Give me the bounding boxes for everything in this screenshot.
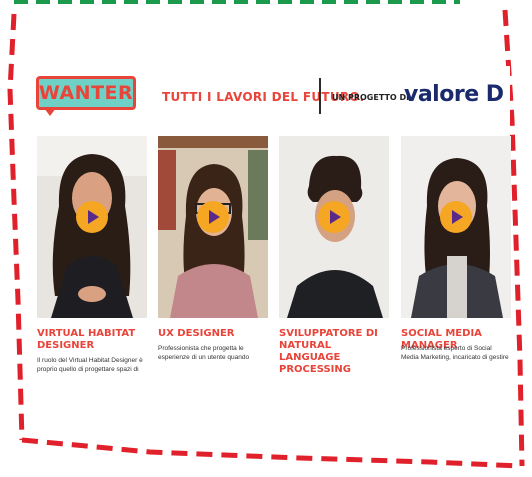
video-card[interactable]: VIRTUAL HABITAT DESIGNER Il ruolo del Vi… [37,136,147,388]
job-title[interactable]: VIRTUAL HABITAT DESIGNER [37,328,149,352]
play-icon [452,210,463,224]
video-thumbnail[interactable] [37,136,147,318]
play-button[interactable] [318,201,350,233]
logo-text: WANTER [38,82,134,104]
header: WANTER TUTTI I LAVORI DEL FUTURO. UN PRO… [30,66,510,126]
content-card: WANTER TUTTI I LAVORI DEL FUTURO. UN PRO… [30,66,511,396]
play-button[interactable] [197,201,229,233]
job-title[interactable]: SVILUPPATORE DI NATURAL LANGUAGE PROCESS… [279,328,391,376]
play-icon [330,210,341,224]
header-divider [319,78,321,114]
video-thumbnail[interactable] [158,136,268,318]
play-button[interactable] [76,201,108,233]
job-title[interactable]: UX DESIGNER [158,328,270,340]
project-prefix: UN PROGETTO DI [332,93,410,102]
job-description: Professionista che progetta le esperienz… [158,345,250,361]
wanter-logo[interactable]: WANTER [36,76,136,110]
play-icon [88,210,99,224]
video-card[interactable]: SVILUPPATORE DI NATURAL LANGUAGE PROCESS… [279,136,389,388]
job-description: Professionista esperto di Social Media M… [401,345,509,361]
partner-logo[interactable]: valore D [404,82,504,107]
job-description: Il ruolo del Virtual Habitat Designer è … [37,357,143,373]
video-card[interactable]: UX DESIGNER Professionista che progetta … [158,136,268,388]
logo-speech-tail [44,108,56,116]
video-grid: VIRTUAL HABITAT DESIGNER Il ruolo del Vi… [37,136,511,388]
video-thumbnail[interactable] [401,136,511,318]
play-button[interactable] [440,201,472,233]
video-thumbnail[interactable] [279,136,389,318]
video-card[interactable]: SOCIAL MEDIA MANAGER Professionista espe… [401,136,511,388]
play-icon [209,210,220,224]
